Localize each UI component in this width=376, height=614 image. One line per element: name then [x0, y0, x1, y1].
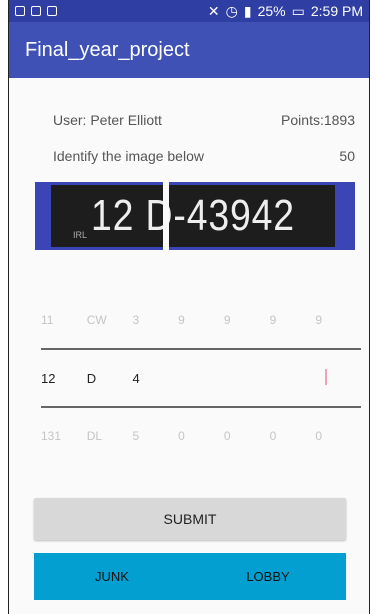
- picker-cell[interactable]: 4: [132, 371, 178, 386]
- status-bar: ✕ ◷ ▮ 25% ▭ 2:59 PM: [9, 0, 369, 22]
- picker-cell-cursor[interactable]: [315, 368, 361, 388]
- mail-icon: [47, 6, 57, 16]
- picker-cell[interactable]: 9: [178, 313, 224, 327]
- picker-cell[interactable]: 0: [224, 429, 270, 443]
- timer-value: 50: [339, 148, 355, 164]
- text-cursor: [325, 368, 328, 385]
- picker-cell[interactable]: D: [87, 371, 133, 386]
- battery-icon: ▭: [291, 2, 305, 19]
- user-row: User: Peter Elliott Points:1893: [9, 112, 369, 128]
- points-label: Points:1893: [281, 112, 355, 128]
- picker-cell[interactable]: 131: [41, 429, 87, 443]
- picker-cell[interactable]: 9: [315, 313, 361, 327]
- clock: 2:59 PM: [310, 3, 363, 19]
- battery-level: 25%: [257, 3, 286, 19]
- picker-cell[interactable]: 0: [315, 429, 361, 443]
- bottom-action-bar: JUNK LOBBY: [34, 553, 346, 600]
- picker-row-above: 11 CW 3 9 9 9 9: [41, 292, 361, 348]
- alarm-icon: ◷: [225, 2, 238, 19]
- user-label: User: Peter Elliott: [53, 112, 162, 128]
- picker-cell[interactable]: DL: [87, 429, 133, 443]
- prompt-label: Identify the image below: [53, 148, 204, 164]
- prompt-row: Identify the image below 50: [9, 148, 369, 164]
- picker-row-below: 131 DL 5 0 0 0 0: [41, 408, 361, 464]
- picker-cell[interactable]: 9: [270, 313, 316, 327]
- submit-button[interactable]: SUBMIT: [34, 498, 346, 540]
- plate-text: 12 D-43942: [91, 191, 295, 240]
- picker-cell[interactable]: CW: [87, 313, 133, 327]
- app-title: Final_year_project: [25, 38, 190, 61]
- picker-cell[interactable]: 5: [132, 429, 178, 443]
- plate-picker[interactable]: 11 CW 3 9 9 9 9 12 D 4 131 DL 5 0 0 0 0: [41, 292, 361, 464]
- picker-cell[interactable]: 3: [132, 313, 178, 327]
- picker-cell[interactable]: 11: [41, 313, 87, 327]
- picker-cell[interactable]: 0: [270, 429, 316, 443]
- picker-row-selected: 12 D 4: [41, 348, 361, 408]
- image-icon: [15, 6, 25, 16]
- plate-image: 12 D-43942 IRL: [35, 182, 355, 250]
- app-bar: Final_year_project: [9, 22, 369, 78]
- picker-cell[interactable]: 12: [41, 371, 87, 386]
- signal-icon: ▮: [243, 2, 252, 19]
- plate-country: IRL: [73, 230, 88, 240]
- lobby-button[interactable]: LOBBY: [190, 553, 346, 600]
- mute-icon: ✕: [207, 2, 220, 19]
- picker-cell[interactable]: 0: [178, 429, 224, 443]
- junk-button[interactable]: JUNK: [34, 553, 190, 600]
- picker-cell[interactable]: 9: [224, 313, 270, 327]
- tablet-icon: [31, 6, 41, 16]
- plate-split: [163, 182, 169, 250]
